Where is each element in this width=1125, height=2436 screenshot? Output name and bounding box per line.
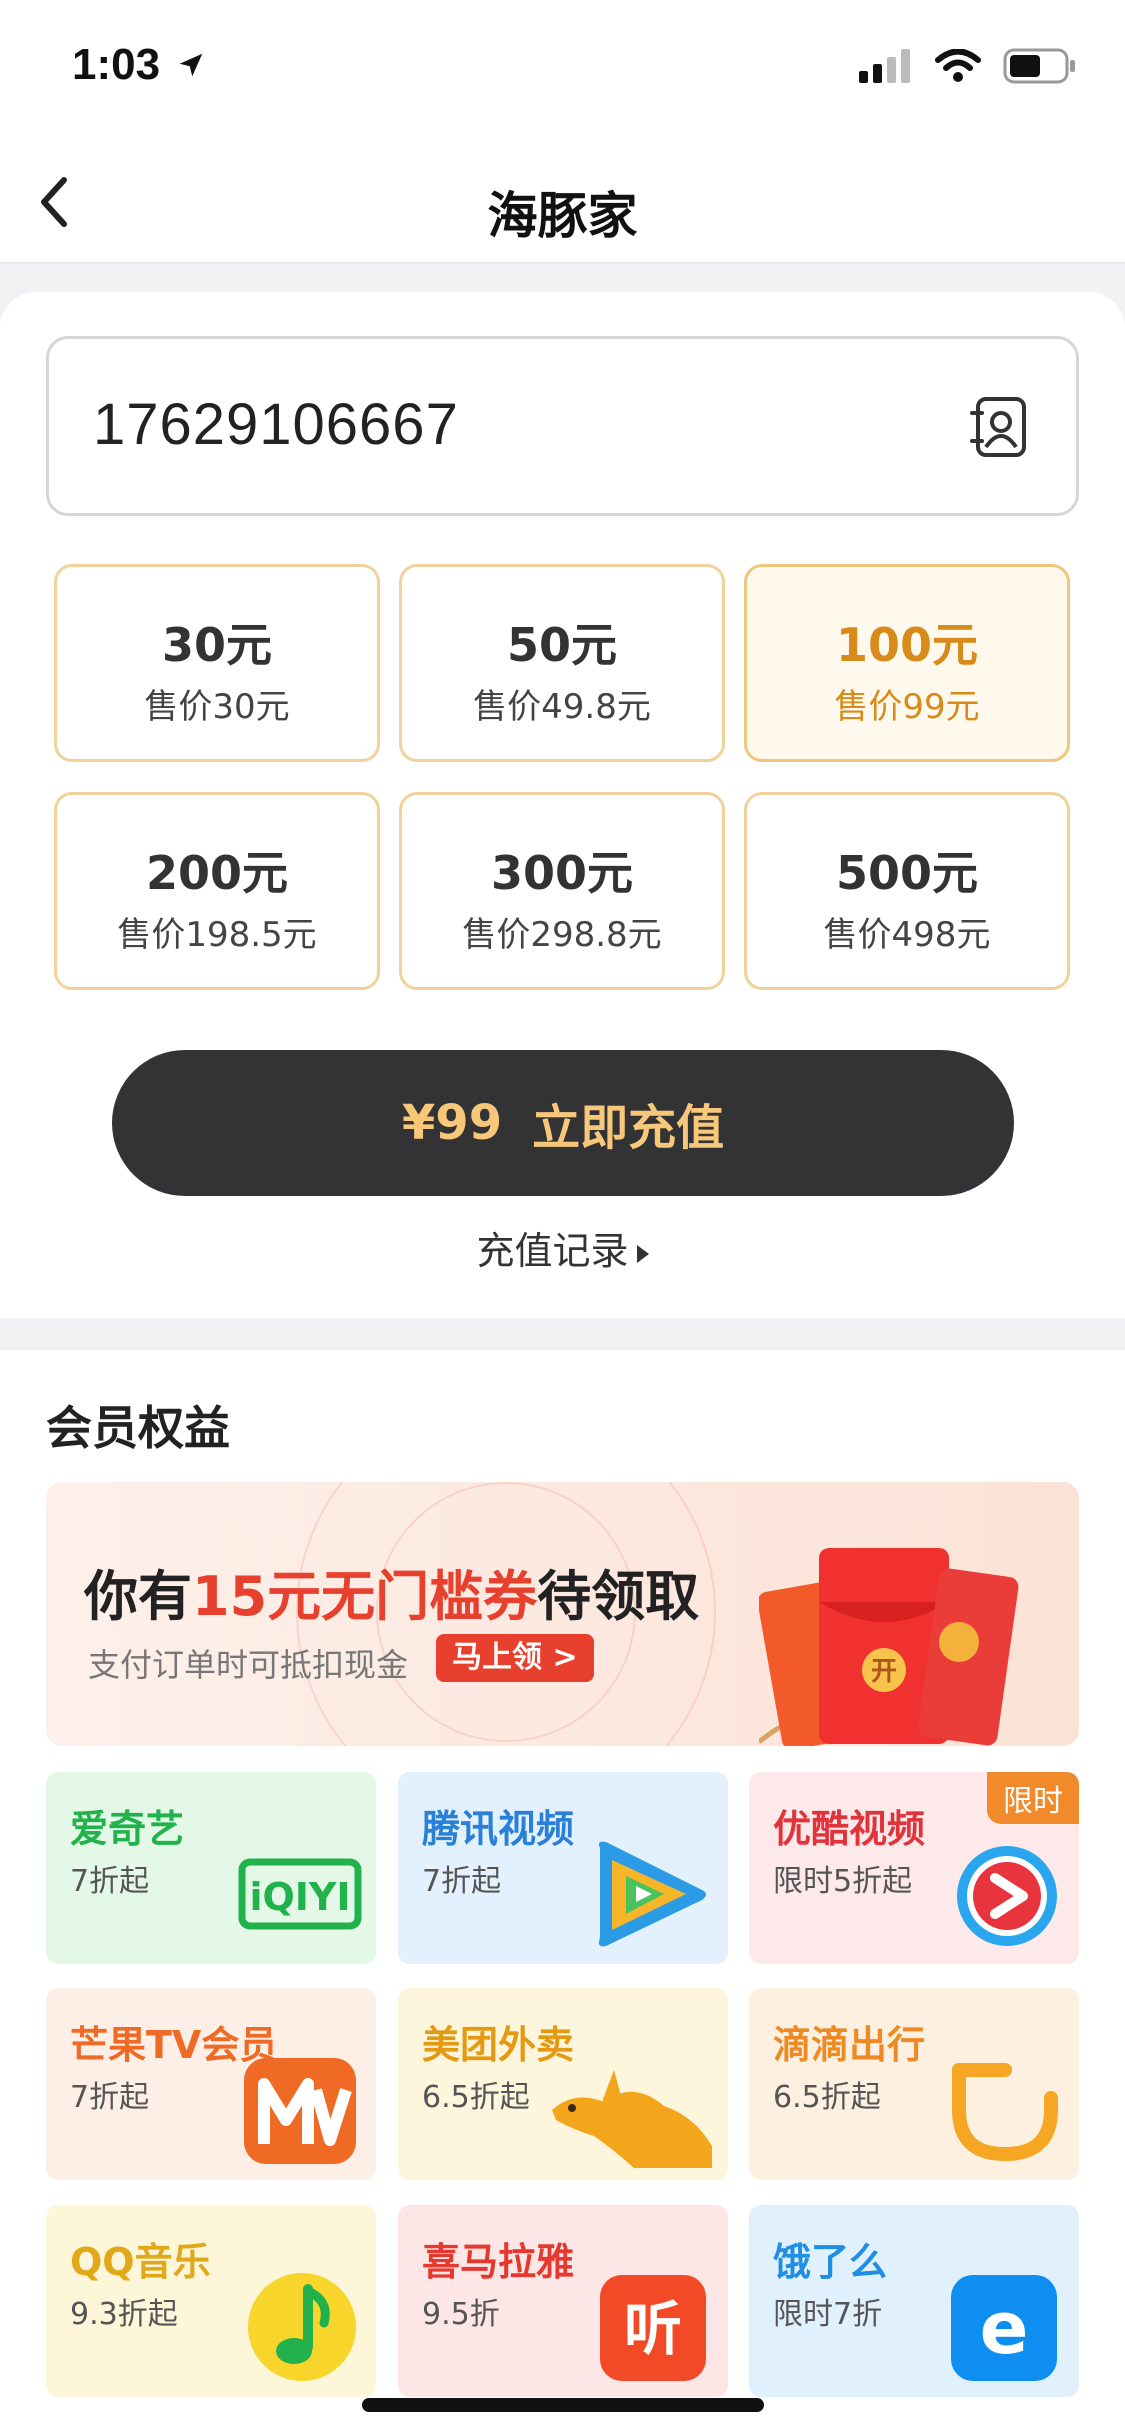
iqiyi-logo-text: iQIYI [249, 1875, 350, 1919]
pay-price: ¥99 [401, 1095, 503, 1151]
service-discount: 7折起 [70, 2080, 150, 2115]
caret-right-icon [636, 1244, 649, 1263]
coupon-banner[interactable]: 你有15元无门槛券待领取 支付订单时可抵扣现金 马上领 > 开 [46, 1482, 1079, 1746]
envelope-char: 开 [871, 1657, 897, 1687]
kangaroo-icon [552, 2070, 712, 2168]
ximalaya-logo-text: 听 [624, 2295, 682, 2363]
recharge-option-200[interactable]: 200元 售价198.5元 [54, 792, 380, 990]
page-title: 海豚家 [487, 187, 638, 245]
service-card-mango-tv[interactable]: 芒果TV会员 7折起 [46, 1988, 376, 2180]
eleme-logo-icon: e [951, 2275, 1057, 2381]
service-name: 饿了么 [773, 2240, 888, 2284]
section-title: 会员权益 [46, 1401, 230, 1455]
headline-suffix: 待领取 [537, 1565, 700, 1628]
option-price: 售价99元 [834, 687, 980, 727]
cellular-signal-icon [859, 49, 910, 83]
option-amount: 30元 [161, 618, 272, 672]
service-discount: 6.5折起 [773, 2080, 881, 2115]
status-time: 1:03 [72, 40, 161, 89]
headline-highlight: 15元无门槛券 [192, 1565, 538, 1628]
qq-music-logo-icon [248, 2273, 356, 2381]
service-discount: 7折起 [422, 1864, 502, 1899]
option-price: 售价498元 [823, 915, 991, 955]
recharge-option-100-selected[interactable]: 100元 售价99元 [744, 564, 1070, 762]
service-card-iqiyi[interactable]: 爱奇艺 7折起 iQIYI [46, 1772, 376, 1964]
red-envelope-icon: 开 [759, 1548, 1019, 1746]
option-price: 售价198.5元 [117, 915, 317, 955]
service-card-qq-music[interactable]: QQ音乐 9.3折起 [46, 2205, 376, 2397]
service-discount: 6.5折起 [422, 2080, 530, 2115]
service-name: 滴滴出行 [773, 2023, 926, 2067]
ximalaya-logo-icon: 听 [600, 2275, 706, 2381]
option-price: 售价49.8元 [473, 687, 651, 727]
option-price: 售价298.8元 [462, 915, 662, 955]
eleme-logo-text: e [980, 2286, 1029, 2370]
option-price: 售价30元 [144, 687, 290, 727]
didi-logo-icon [952, 2063, 1058, 2162]
pay-label: 立即充值 [532, 1100, 725, 1156]
service-name: 喜马拉雅 [422, 2240, 575, 2284]
service-card-meituan-waimai[interactable]: 美团外卖 6.5折起 [398, 1988, 728, 2180]
service-discount: 限时5折起 [773, 1864, 913, 1899]
service-discount: 9.5折 [422, 2297, 500, 2332]
service-card-youku[interactable]: 优酷视频 限时5折起 限时 [749, 1772, 1079, 1964]
service-discount: 9.3折起 [70, 2297, 178, 2332]
recharge-now-button[interactable]: ¥99 立即充值 [112, 1050, 1014, 1196]
home-indicator[interactable] [362, 2398, 764, 2412]
recharge-option-50[interactable]: 50元 售价49.8元 [399, 564, 725, 762]
recharge-option-500[interactable]: 500元 售价498元 [744, 792, 1070, 990]
service-card-ximalaya[interactable]: 喜马拉雅 9.5折 听 [398, 2205, 728, 2397]
option-amount: 100元 [835, 618, 979, 672]
wifi-icon [935, 49, 981, 82]
claim-coupon-button[interactable]: 马上领 > [436, 1634, 594, 1682]
recharge-option-30[interactable]: 30元 售价30元 [54, 564, 380, 762]
limited-time-badge: 限时 [987, 1772, 1079, 1824]
status-bar: 1:03 [0, 0, 1125, 140]
option-amount: 200元 [145, 846, 289, 900]
service-discount: 限时7折 [773, 2297, 883, 2332]
service-card-eleme[interactable]: 饿了么 限时7折 e [749, 2205, 1079, 2397]
battery-icon [1003, 48, 1075, 84]
option-amount: 500元 [835, 846, 979, 900]
iqiyi-logo-icon: iQIYI [238, 1858, 362, 1930]
recharge-option-300[interactable]: 300元 售价298.8元 [399, 792, 725, 990]
service-name: 优酷视频 [773, 1807, 926, 1851]
banner-subtitle: 支付订单时可抵扣现金 [88, 1646, 409, 1684]
service-name: QQ音乐 [70, 2240, 211, 2284]
nav-bar: 海豚家 [0, 140, 1125, 264]
banner-headline: 你有15元无门槛券待领取 [84, 1552, 699, 1631]
headline-prefix: 你有 [84, 1565, 192, 1628]
service-card-didi[interactable]: 滴滴出行 6.5折起 [749, 1988, 1079, 2180]
location-arrow-icon [179, 53, 203, 77]
service-discount: 7折起 [70, 1864, 150, 1899]
recharge-card: 17629106667 30元 售价30元 50元 售价49.8元 100元 售… [0, 292, 1125, 1318]
service-name: 爱奇艺 [70, 1807, 185, 1851]
phone-number-value: 17629106667 [93, 392, 459, 457]
mango-tv-logo-icon [244, 2058, 356, 2164]
service-card-tencent-video[interactable]: 腾讯视频 7折起 [398, 1772, 728, 1964]
option-amount: 300元 [490, 846, 634, 900]
recharge-record-link[interactable]: 充值记录 [0, 1220, 1125, 1275]
member-benefits-section: 会员权益 你有15元无门槛券待领取 支付订单时可抵扣现金 马上领 > 开 爱奇艺… [0, 1350, 1125, 2436]
option-amount: 50元 [506, 618, 617, 672]
service-name: 腾讯视频 [422, 1807, 575, 1851]
tencent-video-play-icon [598, 1841, 706, 1947]
phone-number-field[interactable]: 17629106667 [46, 336, 1079, 516]
record-label: 充值记录 [476, 1229, 629, 1273]
contacts-book-icon[interactable] [968, 395, 1032, 459]
youku-logo-icon [957, 1846, 1057, 1946]
